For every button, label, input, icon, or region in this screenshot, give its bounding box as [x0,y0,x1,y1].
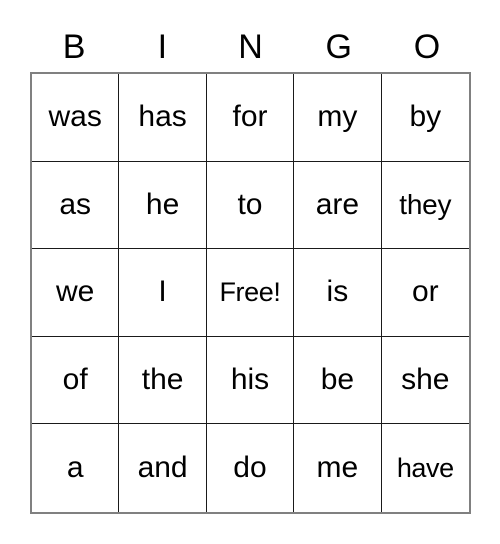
bingo-header-letter-o: O [413,28,441,66]
bingo-cell-g3[interactable]: is [294,249,382,337]
bingo-cell-label: has [138,100,187,134]
bingo-header-letter-g: G [325,28,352,66]
bingo-cell-label: have [396,452,454,483]
bingo-cell-n1[interactable]: for [206,74,295,162]
bingo-header-letter-n: N [238,28,263,66]
bingo-cell-label: the [141,363,184,397]
bingo-cell-label: and [137,451,188,485]
bingo-header-row: B I N G O [30,22,471,72]
bingo-cell-label: a [66,451,84,485]
bingo-cell-label: they [399,188,452,220]
bingo-cell-i2[interactable]: he [119,161,207,250]
bingo-cell-label: do [233,451,267,485]
bingo-cell-label: we [56,275,95,309]
bingo-cell-label: as [59,187,92,221]
bingo-cell-n5[interactable]: do [206,424,295,512]
bingo-cell-o3[interactable]: or [381,249,469,337]
bingo-cell-i5[interactable]: and [119,424,207,512]
bingo-cell-b4[interactable]: of [32,336,120,425]
bingo-cell-i1[interactable]: has [119,74,207,162]
bingo-cell-n2[interactable]: to [206,161,295,250]
bingo-cell-n4[interactable]: his [206,336,295,425]
bingo-cell-label: be [320,363,355,397]
bingo-cell-label: are [315,187,360,221]
bingo-grid: was has for my by as he to are they we I… [30,72,471,514]
bingo-cell-g4[interactable]: be [294,336,382,425]
bingo-cell-free-space[interactable]: Free! [206,249,295,337]
bingo-header-letter-b: B [62,28,86,66]
bingo-cell-o4[interactable]: she [381,336,469,425]
bingo-cell-i4[interactable]: the [119,336,207,425]
bingo-cell-g1[interactable]: my [294,74,382,162]
bingo-free-space-label: Free! [219,276,281,307]
bingo-cell-label: his [230,363,270,397]
bingo-cell-label: by [409,100,442,134]
bingo-cell-label: or [411,275,439,309]
bingo-cell-g5[interactable]: me [294,424,382,512]
bingo-cell-i3[interactable]: I [119,249,207,337]
bingo-cell-g2[interactable]: are [294,161,382,250]
bingo-cell-label: my [317,100,358,134]
bingo-cell-label: for [232,100,268,134]
bingo-cell-label: was [48,100,102,134]
bingo-cell-label: to [237,187,263,221]
bingo-cell-label: she [401,363,450,397]
bingo-cell-b2[interactable]: as [32,161,120,250]
bingo-cell-b3[interactable]: we [32,249,120,337]
bingo-header-letter-i: I [157,28,168,66]
bingo-cell-label: of [62,363,88,397]
bingo-cell-o5[interactable]: have [381,424,469,512]
bingo-cell-o1[interactable]: by [381,74,469,162]
bingo-cell-b5[interactable]: a [32,424,120,512]
bingo-cell-label: I [158,275,167,309]
bingo-cell-label: me [316,451,359,485]
bingo-cell-b1[interactable]: was [32,74,120,162]
bingo-cell-label: is [326,275,349,309]
bingo-cell-o2[interactable]: they [381,161,469,250]
bingo-card: B I N G O was has for my by as he to are… [0,0,500,544]
bingo-cell-label: he [145,187,180,221]
